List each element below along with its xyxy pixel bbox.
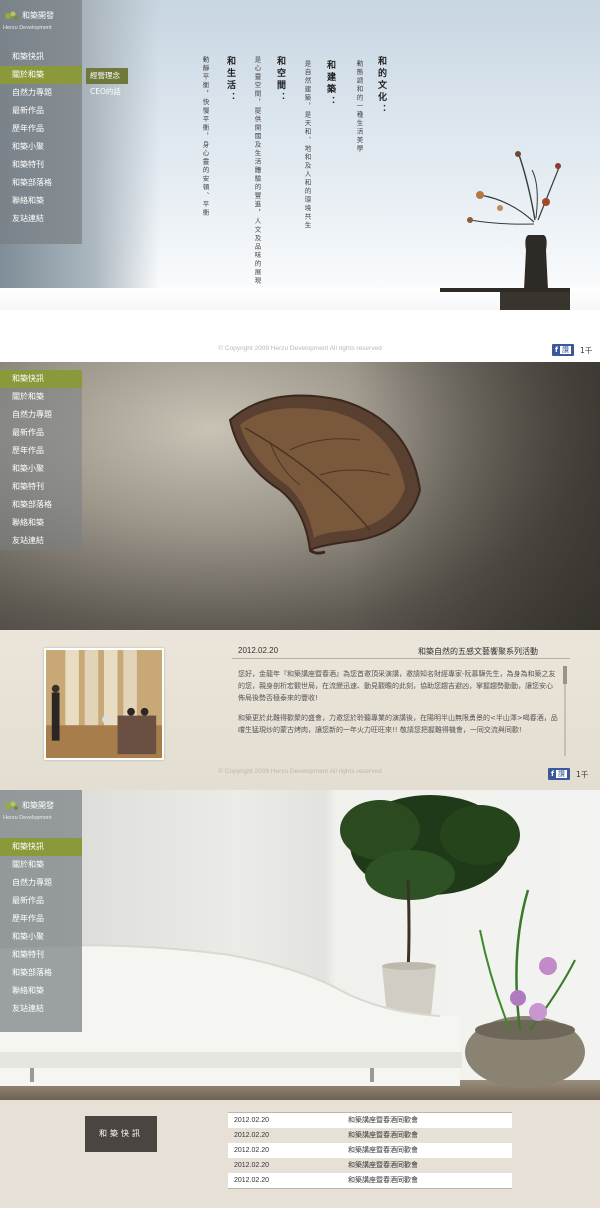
article-date: 2012.02.20 [238,646,279,655]
column-space-heading: 和空間： [275,56,285,104]
column-culture-body: 動態調和的一種生活美學 [355,60,363,154]
wooden-leaf-dish-image [228,394,422,555]
nav-item-special-issue[interactable]: 和築特刊 [0,478,82,496]
nav-item-links[interactable]: 友站連結 [0,1000,82,1018]
news-row[interactable]: 2012.02.20 和築講座暨春酒同歡會 [228,1113,512,1128]
facebook-like-label: 讚 [560,346,572,354]
nav-item-about[interactable]: 關於和築 [0,388,82,406]
news-title: 和築講座暨春酒同歡會 [348,1176,418,1184]
nav-item-nature-topics[interactable]: 自然力專題 [0,84,82,102]
nav-item-about[interactable]: 關於和築 [0,856,82,874]
news-title: 和築講座暨春酒同歡會 [348,1131,418,1139]
column-architecture-heading: 和建築： [325,60,335,108]
brand-logo[interactable]: 和築開發 Herzu Development [0,790,82,834]
brand-name: 和築開發 [22,11,54,20]
nav-item-nature-topics[interactable]: 自然力專題 [0,874,82,892]
divider [228,1188,512,1189]
news-title: 和築講座暨春酒同歡會 [348,1161,418,1169]
nav-item-news[interactable]: 和築快訊 [0,838,82,856]
news-date: 2012.02.20 [234,1147,270,1154]
news-section-button[interactable]: 和築快訊 [85,1116,157,1152]
facebook-like: f讚 1千 [552,344,592,356]
article-paragraph: 您好，金龍年『和築講座暨春酒』為您首邀頂采演講，邀請知名財經專家-阮慕驊先生，為… [238,670,556,702]
brand-logo[interactable]: 和築開發 Herzu Development [0,0,82,44]
news-date: 2012.02.20 [234,1177,270,1184]
facebook-like-button[interactable]: f讚 [552,344,575,356]
screen-about: 和的文化： 動態調和的一種生活美學 和建築： 是自然建築，是天和、地和及人和的環… [0,0,600,362]
nav-item-about[interactable]: 關於和築 [0,66,82,84]
nav-item-blog[interactable]: 和築部落格 [0,496,82,514]
nav-item-latest-works[interactable]: 最新作品 [0,102,82,120]
nav-item-news[interactable]: 和築快訊 [0,48,82,66]
scrollbar-icon[interactable] [563,666,567,756]
column-life-body: 動靜平衡，快慢平衡，身心靈的安頓、平衡 [201,56,209,218]
news-title: 和築講座暨春酒同歡會 [348,1146,418,1154]
nav-item-past-works[interactable]: 歷年作品 [0,120,82,138]
news-article: 2012.02.20 和築自然的五感文藝饗聚系列活動 您好，金龍年『和築講座暨春… [0,630,600,790]
column-space-body: 是心靈空間，提供開闊及生活體驗的豐進，人文及品味的展現 [253,56,261,286]
article-title: 和築自然的五感文藝饗聚系列活動 [418,647,538,656]
herzu-logo-icon [5,11,18,20]
nav-item-latest-works[interactable]: 最新作品 [0,424,82,442]
news-row[interactable]: 2012.02.20 和築講座暨春酒同歡會 [228,1143,512,1158]
article-body: 您好，金龍年『和築講座暨春酒』為您首邀頂采演講，邀請知名財經專家-阮慕驊先生，為… [238,668,558,744]
column-culture-heading: 和的文化： [376,56,386,116]
living-room-image [0,795,585,1088]
facebook-like-count: 1千 [576,769,589,779]
brand-name-en: Herzu Development [3,815,52,821]
brand-name: 和築開發 [22,801,54,810]
nav-item-special-issue[interactable]: 和築特刊 [0,946,82,964]
subnav-philosophy[interactable]: 經營理念 [86,68,128,84]
facebook-like-label: 讚 [556,770,568,778]
news-list: 2012.02.20 和築講座暨春酒同歡會 2012.02.20 和築講座暨春酒… [228,1112,512,1188]
nav-item-contact[interactable]: 聯絡和築 [0,192,82,210]
event-photo-thumbnail[interactable] [44,648,164,760]
nav-item-links[interactable]: 友站連結 [0,210,82,228]
side-navigation: 和築開發 Herzu Development 和築快訊 關於和築 自然力專題 最… [0,0,82,244]
brand-name-en: Herzu Development [3,25,52,31]
nav-item-contact[interactable]: 聯絡和築 [0,514,82,532]
nav-item-special-issue[interactable]: 和築特刊 [0,156,82,174]
nav-item-gathering[interactable]: 和築小聚 [0,460,82,478]
news-title: 和築講座暨春酒同歡會 [348,1116,418,1124]
nav-item-past-works[interactable]: 歷年作品 [0,910,82,928]
news-date: 2012.02.20 [234,1117,270,1124]
nav-item-links[interactable]: 友站連結 [0,532,82,550]
nav-item-news[interactable]: 和築快訊 [0,370,82,388]
nav-item-blog[interactable]: 和築部落格 [0,964,82,982]
divider [232,658,570,659]
column-architecture-body: 是自然建築，是天和、地和及人和的環境共生 [303,60,311,230]
facebook-like: f讚 1千 [548,768,588,780]
news-row[interactable]: 2012.02.20 和築講座暨春酒同歡會 [228,1173,512,1188]
article-paragraph: 和築更於此難得歡聚的盛會，力邀您於聆聽專業的演講後，在陽明半山無限勇景的<半山澤… [238,714,558,734]
screen-news-detail: 和築快訊 關於和築 自然力專題 最新作品 歷年作品 和築小聚 和築特刊 和築部落… [0,362,600,790]
nav-item-latest-works[interactable]: 最新作品 [0,892,82,910]
facebook-like-button[interactable]: f讚 [548,768,571,780]
herzu-logo-icon [5,801,18,810]
subnav-ceo-message[interactable]: CEO的話 [86,84,128,100]
nav-item-nature-topics[interactable]: 自然力專題 [0,406,82,424]
news-date: 2012.02.20 [234,1162,270,1169]
facebook-like-count: 1千 [580,345,593,355]
side-navigation: 和築快訊 關於和築 自然力專題 最新作品 歷年作品 和築小聚 和築特刊 和築部落… [0,370,82,550]
news-row[interactable]: 2012.02.20 和築講座暨春酒同歡會 [228,1158,512,1173]
nav-item-past-works[interactable]: 歷年作品 [0,442,82,460]
nav-item-gathering[interactable]: 和築小聚 [0,928,82,946]
news-row[interactable]: 2012.02.20 和築講座暨春酒同歡會 [228,1128,512,1143]
copyright-text: © Copyright 2009 Herzu Development All r… [218,768,382,775]
ikebana-vase-illustration [440,151,570,310]
nav-item-gathering[interactable]: 和築小聚 [0,138,82,156]
copyright-text: © Copyright 2009 Herzu Development All r… [218,345,382,352]
nav-item-blog[interactable]: 和築部落格 [0,174,82,192]
side-navigation: 和築開發 Herzu Development 和築快訊 關於和築 自然力專題 最… [0,790,82,1032]
screen-news-list: 和築開發 Herzu Development 和築快訊 關於和築 自然力專題 最… [0,790,600,1208]
about-subnav: 經營理念 CEO的話 [86,68,128,100]
news-date: 2012.02.20 [234,1132,270,1139]
nav-item-contact[interactable]: 聯絡和築 [0,982,82,1000]
column-life-heading: 和生活： [225,56,235,104]
